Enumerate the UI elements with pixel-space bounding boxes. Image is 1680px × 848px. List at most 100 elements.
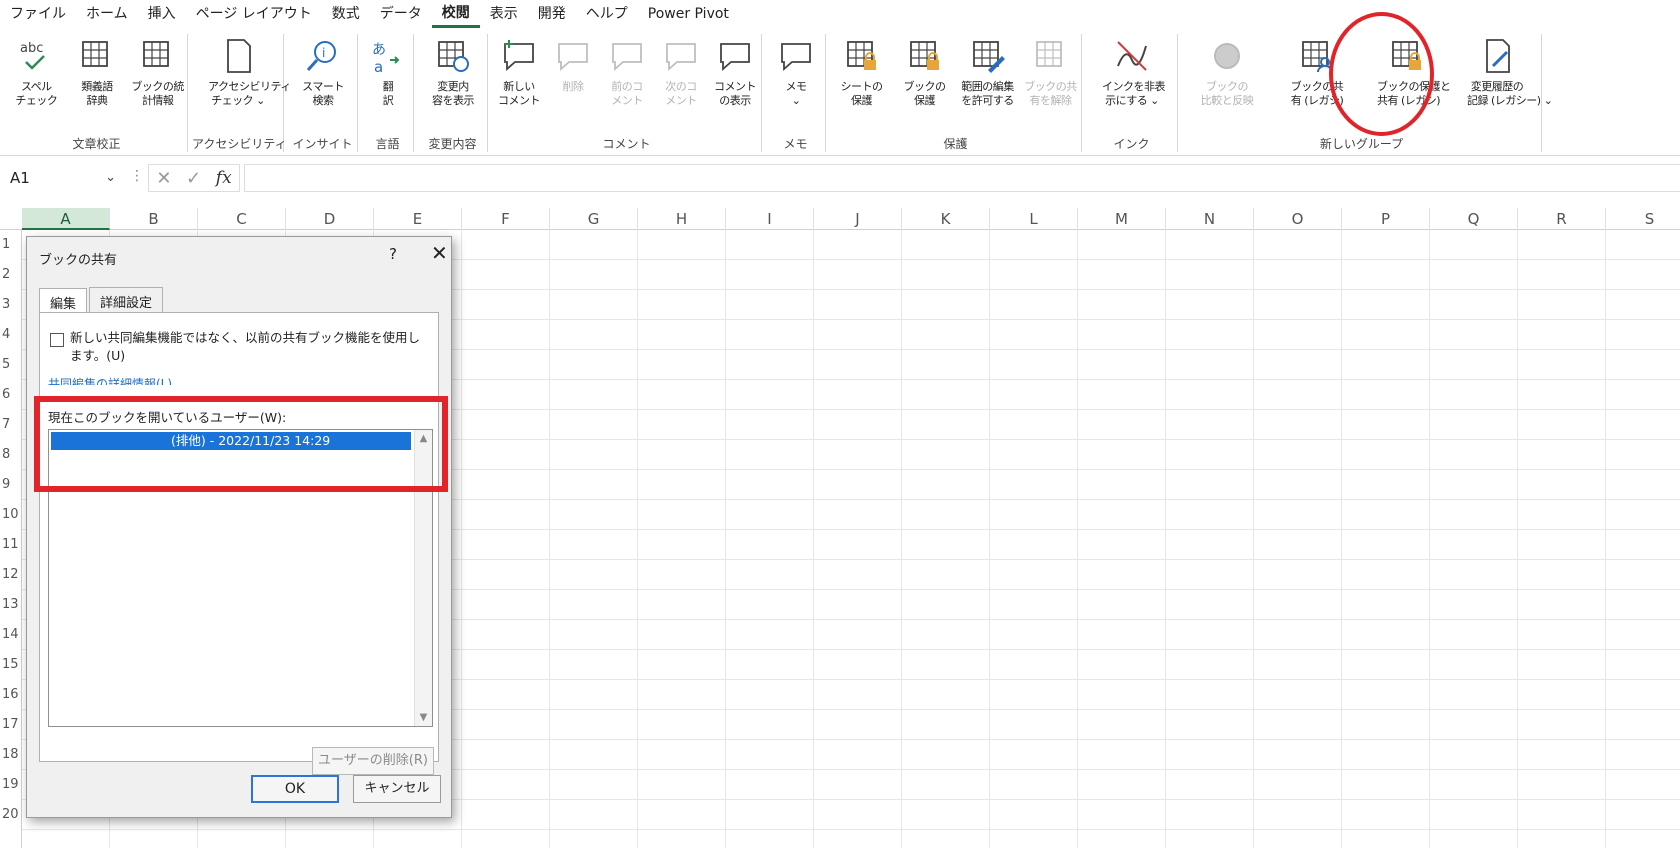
column-header-S[interactable]: S [1606,208,1680,230]
row-header-20[interactable]: 20 [0,800,22,830]
tab-9[interactable]: ヘルプ [576,0,638,28]
legacy-share-checkbox[interactable] [50,333,64,347]
row-header-11[interactable]: 11 [0,530,22,560]
column-header-F[interactable]: F [462,208,550,230]
column-header-H[interactable]: H [638,208,726,230]
row-header-14[interactable]: 14 [0,620,22,650]
ribbon-button-label: 変更内 [437,80,469,93]
ribbon-button-label: 有 (レガシ) [1290,94,1344,107]
ribbon-button-6-0[interactable]: メモ ⌄ [766,34,826,132]
tab-10[interactable]: Power Pivot [638,0,739,28]
column-header-N[interactable]: N [1166,208,1254,230]
row-header-13[interactable]: 13 [0,590,22,620]
column-header-Q[interactable]: Q [1430,208,1518,230]
scroll-down-icon[interactable]: ▼ [415,709,432,726]
row-header-15[interactable]: 15 [0,650,22,680]
tab-0[interactable]: ファイル [0,0,76,28]
users-listbox[interactable]: (排他) - 2022/11/23 14:29 ▲ ▼ [48,429,433,727]
row-header-12[interactable]: 12 [0,560,22,590]
row-header-17[interactable]: 17 [0,710,22,740]
row-header-7[interactable]: 7 [0,410,22,440]
row-header-8[interactable]: 8 [0,440,22,470]
close-icon[interactable]: ✕ [431,241,448,265]
insert-function-icon[interactable]: fx [216,168,232,188]
ribbon-button-4-0[interactable]: 変更内 容を表示 [423,34,483,132]
ribbon-button-9-2[interactable]: ブックの保護と 共有 (レガシ) [1377,34,1451,132]
ribbon-button-7-1[interactable]: ブックの 保護 [895,34,955,132]
ribbon-button-2-0[interactable]: i スマート 検索 [293,34,353,132]
ribbon-group-label: アクセシビリティ [192,137,287,151]
listbox-scrollbar[interactable]: ▲ ▼ [414,430,432,726]
column-header-P[interactable]: P [1342,208,1430,230]
cancel-button[interactable]: キャンセル [353,775,441,803]
column-header-R[interactable]: R [1518,208,1606,230]
tab-7[interactable]: 表示 [480,0,528,28]
ribbon-button-0-2[interactable]: ブックの統 計情報 [128,34,188,132]
column-header-E[interactable]: E [374,208,462,230]
column-header-G[interactable]: G [550,208,638,230]
column-header-M[interactable]: M [1078,208,1166,230]
row-header-9[interactable]: 9 [0,470,22,500]
row-header-4[interactable]: 4 [0,320,22,350]
ribbon-button-7-3[interactable]: ブックの共 有を解除 [1021,34,1081,132]
ribbon-button-9-1[interactable]: ブックの共有 (レガシ) [1287,34,1347,132]
ribbon-button-8-0[interactable]: インクを非表 示にする ⌄ [1102,34,1166,132]
column-header-J[interactable]: J [814,208,902,230]
ribbon-button-0-1[interactable]: 類義語 辞典 [67,34,127,132]
ribbon-button-5-3[interactable]: 次のコ メント [651,34,711,132]
row-header-19[interactable]: 19 [0,770,22,800]
ok-button[interactable]: OK [251,775,339,803]
ribbon-button-label: ⌄ [791,94,801,107]
ribbon-button-5-4[interactable]: コメント の表示 [705,34,765,132]
ribbon-button-7-0[interactable]: シートの 保護 [832,34,892,132]
row-header-6[interactable]: 6 [0,380,22,410]
row-header-3[interactable]: 3 [0,290,22,320]
column-header-O[interactable]: O [1254,208,1342,230]
help-icon[interactable]: ? [389,245,397,263]
list-item[interactable]: (排他) - 2022/11/23 14:29 [51,432,411,450]
ribbon-button-5-0[interactable]: 新しい コメント [489,34,549,132]
ribbon-button-1-0[interactable]: アクセシビリティ チェック ⌄ [208,34,291,132]
row-header-16[interactable]: 16 [0,680,22,710]
tab-5[interactable]: データ [370,0,432,28]
scroll-up-icon[interactable]: ▲ [415,430,432,447]
tab-advanced[interactable]: 詳細設定 [89,287,164,313]
ribbon-button-label: 容を表示 [432,94,475,107]
column-header-L[interactable]: L [990,208,1078,230]
cancel-icon[interactable]: ✕ [156,168,171,189]
tab-6[interactable]: 校閲 [431,1,480,28]
tab-8[interactable]: 開発 [528,0,576,28]
row-header-10[interactable]: 10 [0,500,22,530]
ribbon-button-9-3[interactable]: 変更履歴の 記録 (レガシー) ⌄ [1467,34,1553,132]
column-header-D[interactable]: D [286,208,374,230]
tab-3[interactable]: ページ レイアウト [186,0,322,28]
ribbon-button-label: 次のコ [665,80,697,93]
ribbon-button-7-2[interactable]: 範囲の編集 を許可する [958,34,1018,132]
column-header-I[interactable]: I [726,208,814,230]
row-header-2[interactable]: 2 [0,260,22,290]
row-header-5[interactable]: 5 [0,350,22,380]
column-header-C[interactable]: C [198,208,286,230]
chevron-down-icon[interactable]: ⌄ [105,164,116,192]
column-header-A[interactable]: A [22,208,110,230]
remove-user-button[interactable]: ユーザーの削除(R) [312,747,434,775]
column-header-K[interactable]: K [902,208,990,230]
tab-edit[interactable]: 編集 [39,288,88,314]
coauthoring-info-link[interactable]: 共同編集の詳細情報(L) [48,375,172,385]
tab-4[interactable]: 数式 [322,0,370,28]
row-header-1[interactable]: 1 [0,230,22,260]
ribbon-button-0-0[interactable]: abc スペル チェック [6,34,66,132]
tab-1[interactable]: ホーム [76,0,138,28]
ribbon-button-label: 計情報 [141,94,174,107]
ribbon-button-5-2[interactable]: 前のコ メント [597,34,657,132]
ribbon-button-5-1[interactable]: 削除 [543,34,603,132]
row-header-18[interactable]: 18 [0,740,22,770]
name-box[interactable]: A1 ⌄ [2,164,120,192]
ribbon-button-9-0[interactable]: ブックの 比較と反映 [1197,34,1257,132]
tab-2[interactable]: 挿入 [138,0,186,28]
column-header-B[interactable]: B [110,208,198,230]
ribbon-button-label: 削除 [562,80,585,93]
enter-icon[interactable]: ✓ [186,168,201,189]
ribbon-button-3-0[interactable]: あa翻訳 [358,34,418,132]
formula-input[interactable] [244,164,1680,192]
